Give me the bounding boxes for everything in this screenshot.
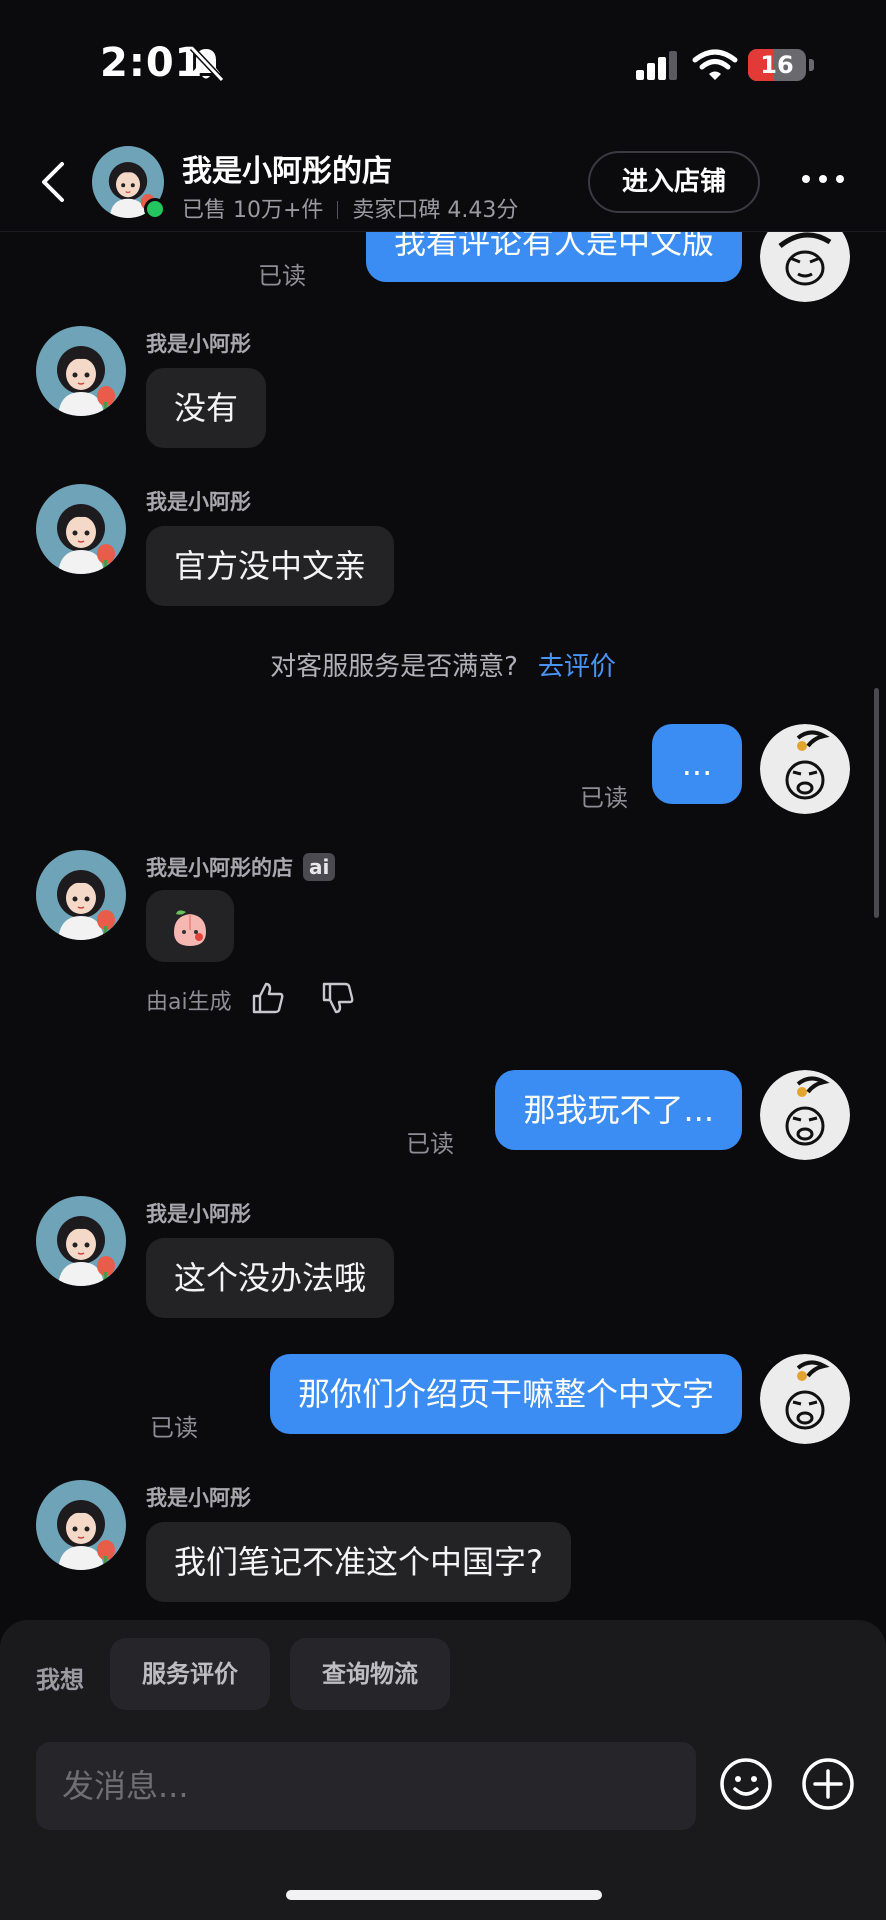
- incoming-message-bubble[interactable]: 这个没办法哦: [146, 1238, 395, 1318]
- thumbs-down-icon[interactable]: [320, 980, 356, 1016]
- chat-header: 我是小阿彤的店 已售 10万+件 卖家口碑 4.43分 进入店铺: [0, 130, 886, 232]
- chat-scrollbar[interactable]: [874, 688, 879, 918]
- quick-actions-label: 我想: [36, 1666, 84, 1694]
- message-input[interactable]: 发消息...: [36, 1742, 696, 1830]
- agent-avatar[interactable]: [36, 484, 126, 574]
- user-avatar[interactable]: [760, 1070, 850, 1160]
- agent-avatar[interactable]: [36, 1480, 126, 1570]
- enter-shop-button[interactable]: 进入店铺: [588, 151, 760, 213]
- home-indicator[interactable]: [286, 1890, 602, 1900]
- message-input-placeholder: 发消息...: [62, 1767, 189, 1805]
- incoming-message-bubble[interactable]: 官方没中文亲: [146, 526, 395, 606]
- cellular-signal-icon: [636, 51, 677, 80]
- sketch-face-avatar-icon: [760, 1070, 850, 1160]
- user-avatar[interactable]: [760, 232, 850, 302]
- sender-name: 我是小阿彤: [146, 1202, 251, 1226]
- sender-name-text: 我是小阿彤的店: [146, 856, 293, 880]
- battery-cap: [809, 59, 814, 71]
- sketch-face-avatar-icon: [760, 232, 850, 302]
- satisfaction-prompt: 对客服服务是否满意? 去评价: [0, 646, 886, 683]
- composer-panel: 我想 服务评价 查询物流 发消息...: [0, 1620, 886, 1920]
- shop-stats: 已售 10万+件 卖家口碑 4.43分: [182, 192, 518, 224]
- outgoing-message-bubble[interactable]: ...: [652, 724, 742, 804]
- sender-name: 我是小阿彤: [146, 490, 251, 514]
- read-receipt: 已读: [258, 262, 306, 290]
- sold-count: 已售 10万+件: [182, 198, 324, 223]
- girl-avatar-icon: [36, 326, 126, 416]
- read-receipt: 已读: [580, 784, 628, 812]
- divider: [337, 201, 339, 219]
- ai-badge: ai: [303, 853, 336, 881]
- agent-avatar[interactable]: [36, 326, 126, 416]
- quick-action-service-review[interactable]: 服务评价: [110, 1638, 270, 1710]
- sender-name: 我是小阿彤的店 ai: [146, 852, 336, 882]
- back-arrow-icon[interactable]: [36, 160, 70, 204]
- shop-name[interactable]: 我是小阿彤的店: [182, 146, 392, 190]
- chat-messages[interactable]: 我看评论有人是中文版 已读 我是小阿彤 没有 我是小阿彤 官方没中文亲 对客服服…: [0, 232, 886, 1620]
- girl-avatar-icon: [36, 850, 126, 940]
- emoji-icon[interactable]: [718, 1756, 774, 1812]
- status-bar: 2:01 16: [0, 0, 886, 130]
- battery-indicator: 16: [748, 49, 806, 81]
- online-status-dot: [144, 198, 166, 220]
- sender-name: 我是小阿彤: [146, 1486, 251, 1510]
- read-receipt: 已读: [150, 1414, 198, 1442]
- incoming-sticker-bubble[interactable]: [146, 890, 234, 962]
- bell-muted-icon: [189, 45, 225, 83]
- seller-rating: 卖家口碑 4.43分: [352, 198, 519, 223]
- girl-avatar-icon: [36, 1196, 126, 1286]
- girl-avatar-icon: [36, 484, 126, 574]
- rate-service-link[interactable]: 去评价: [538, 652, 616, 682]
- read-receipt: 已读: [406, 1130, 454, 1158]
- wifi-icon: [692, 49, 738, 80]
- satisfaction-question: 对客服服务是否满意?: [270, 652, 518, 682]
- outgoing-message-bubble[interactable]: 那你们介绍页干嘛整个中文字: [269, 1354, 742, 1434]
- user-avatar[interactable]: [760, 724, 850, 814]
- thumbs-up-icon[interactable]: [250, 980, 286, 1016]
- battery-level-label: 16: [760, 51, 794, 79]
- outgoing-message-bubble[interactable]: 我看评论有人是中文版: [365, 232, 742, 282]
- girl-avatar-icon: [36, 1480, 126, 1570]
- user-avatar[interactable]: [760, 1354, 850, 1444]
- outgoing-message-bubble[interactable]: 那我玩不了...: [495, 1070, 742, 1150]
- incoming-message-bubble[interactable]: 没有: [146, 368, 267, 448]
- sender-name: 我是小阿彤: [146, 332, 251, 356]
- peach-sticker-icon: [174, 910, 206, 946]
- ai-generated-label: 由ai生成: [146, 990, 232, 1015]
- more-options-icon[interactable]: [798, 164, 848, 194]
- quick-action-track-logistics[interactable]: 查询物流: [290, 1638, 450, 1710]
- sketch-face-avatar-icon: [760, 724, 850, 814]
- incoming-message-bubble[interactable]: 我们笔记不准这个中国字?: [146, 1522, 571, 1602]
- agent-avatar[interactable]: [36, 850, 126, 940]
- sketch-face-avatar-icon: [760, 1354, 850, 1444]
- plus-icon[interactable]: [800, 1756, 856, 1812]
- agent-avatar[interactable]: [36, 1196, 126, 1286]
